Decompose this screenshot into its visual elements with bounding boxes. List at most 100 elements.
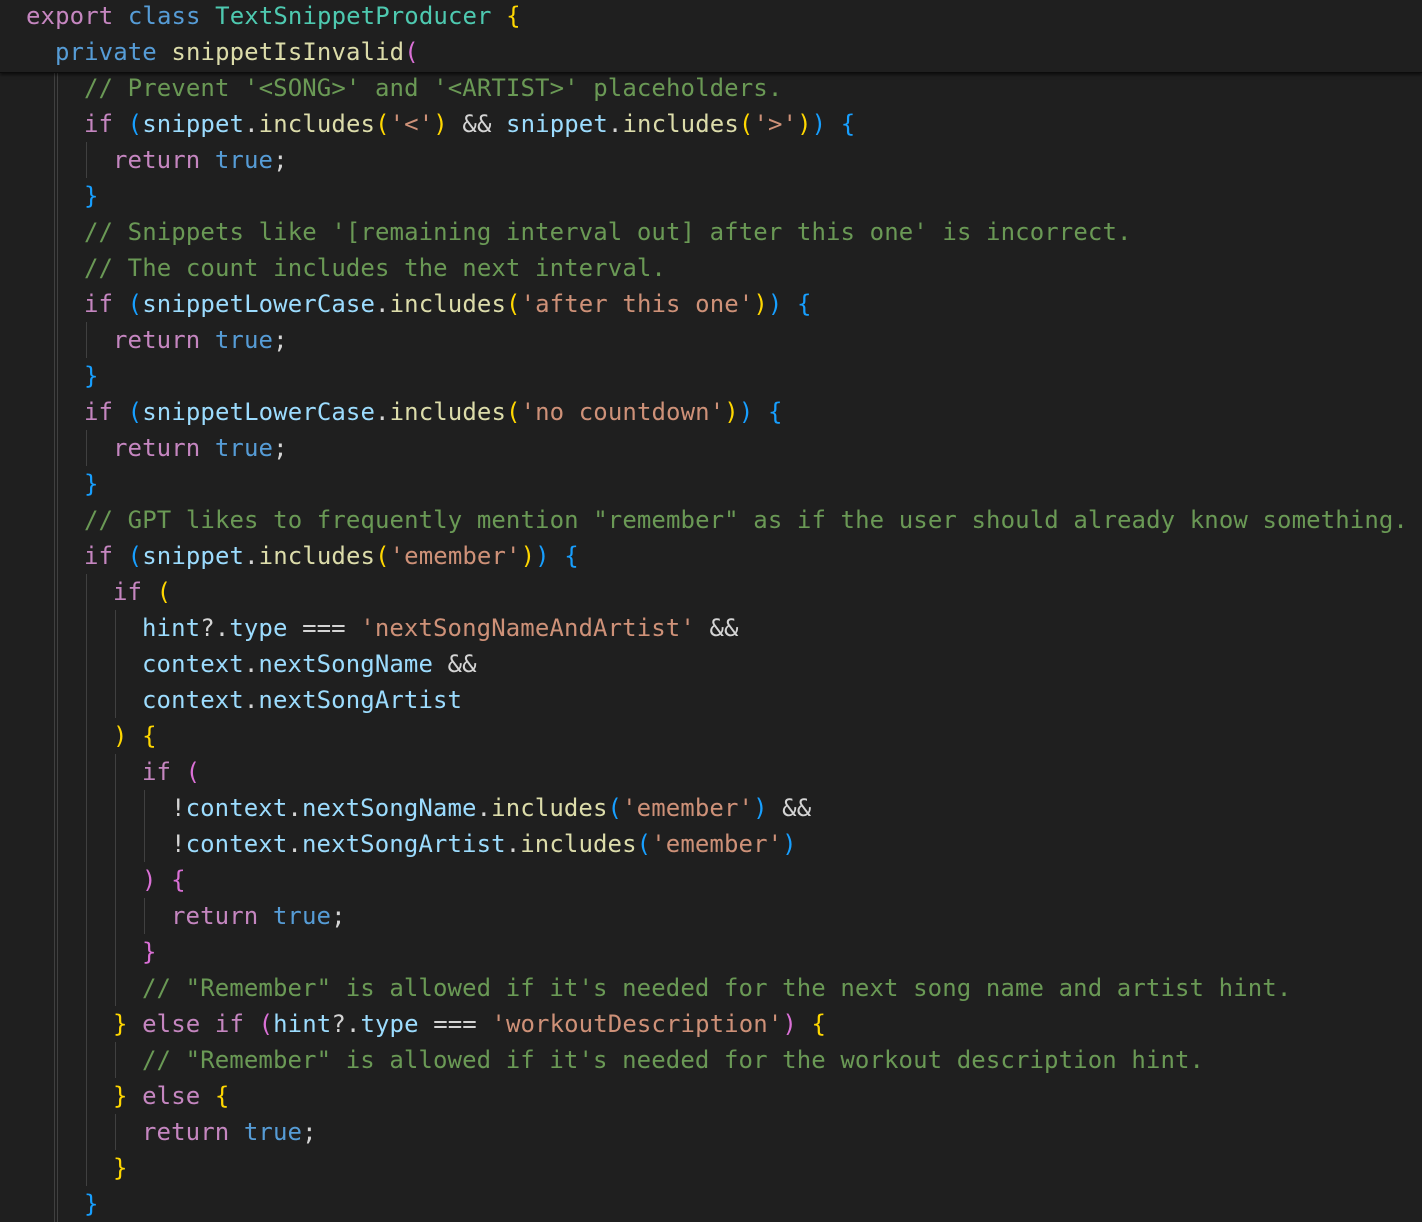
code-line[interactable]: !context.nextSongArtist.includes('emembe…: [171, 826, 797, 862]
code-line[interactable]: // GPT likes to frequently mention "reme…: [84, 502, 1408, 538]
code-token: if: [113, 578, 143, 606]
code-token: TextSnippetProducer: [215, 2, 492, 30]
code-token: ===: [418, 1010, 492, 1038]
code-token: .: [287, 794, 302, 822]
code-line[interactable]: return true;: [171, 898, 346, 934]
code-line[interactable]: }: [84, 178, 99, 214]
code-token: nextSongName: [301, 794, 477, 822]
code-token: '<': [389, 110, 434, 138]
code-token: (: [404, 38, 419, 66]
code-token: ): [738, 398, 754, 426]
sticky-line[interactable]: private snippetIsInvalid(: [55, 34, 419, 70]
code-line[interactable]: hint?.type === 'nextSongNameAndArtist' &…: [142, 610, 739, 646]
code-line[interactable]: }: [84, 466, 99, 502]
sticky-scroll-header[interactable]: export class TextSnippetProducer {privat…: [0, 0, 1422, 73]
code-token: }: [84, 182, 99, 210]
code-token: ): [782, 830, 797, 858]
code-line[interactable]: }: [142, 934, 157, 970]
code-token: ;: [273, 434, 288, 462]
code-token: ): [535, 542, 550, 570]
code-line[interactable]: }: [84, 358, 99, 394]
code-line[interactable]: if (snippetLowerCase.includes('no countd…: [84, 394, 783, 430]
code-token: if: [84, 110, 114, 138]
code-token: }: [113, 1154, 128, 1182]
code-editor[interactable]: export class TextSnippetProducer {privat…: [0, 0, 1422, 1222]
code-token: return: [113, 326, 201, 354]
code-line[interactable]: // Snippets like '[remaining interval ou…: [84, 214, 1132, 250]
sticky-line[interactable]: export class TextSnippetProducer {: [26, 0, 521, 34]
code-token: true: [214, 146, 274, 174]
code-token: (: [636, 830, 652, 858]
code-token: (: [127, 398, 143, 426]
code-token: {: [214, 1082, 230, 1110]
code-line[interactable]: return true;: [113, 430, 288, 466]
code-token: }: [113, 1010, 128, 1038]
code-line[interactable]: return true;: [113, 322, 288, 358]
code-token: &&: [694, 614, 739, 642]
code-token: context: [185, 830, 288, 858]
code-token: if: [142, 758, 172, 786]
code-token: {: [767, 398, 783, 426]
code-line[interactable]: } else if (hint?.type === 'workoutDescri…: [113, 1006, 826, 1042]
code-token: ): [753, 290, 768, 318]
code-token: .: [243, 686, 259, 714]
code-token: snippetIsInvalid: [171, 38, 405, 66]
code-token: (: [185, 758, 201, 786]
code-line[interactable]: } else {: [113, 1078, 229, 1114]
code-line[interactable]: // "Remember" is allowed if it's needed …: [142, 970, 1291, 1006]
code-line[interactable]: return true;: [142, 1114, 317, 1150]
code-token: includes: [258, 542, 376, 570]
code-comment: // The count includes the next interval.: [84, 254, 666, 282]
code-token: ;: [302, 1118, 317, 1146]
code-token: snippetLowerCase: [142, 398, 376, 426]
code-token: ): [724, 398, 739, 426]
code-line[interactable]: if (: [142, 754, 200, 790]
indent-guide: [144, 790, 145, 862]
indent-guide: [86, 322, 87, 358]
code-line[interactable]: context.nextSongArtist: [142, 682, 462, 718]
code-line[interactable]: if (snippet.includes('emember')) {: [84, 538, 579, 574]
code-token: (: [127, 290, 143, 318]
code-token: (: [506, 290, 521, 318]
code-token: ): [520, 542, 536, 570]
code-line[interactable]: context.nextSongName &&: [142, 646, 477, 682]
code-line[interactable]: // The count includes the next interval.: [84, 250, 666, 286]
code-token: return: [113, 146, 201, 174]
code-line[interactable]: // "Remember" is allowed if it's needed …: [142, 1042, 1204, 1078]
code-token: type: [360, 1010, 419, 1038]
code-token: &&: [433, 650, 477, 678]
code-token: class: [127, 2, 201, 30]
code-line[interactable]: }: [84, 1186, 99, 1222]
code-line[interactable]: ) {: [142, 862, 186, 898]
code-token: nextSongName: [258, 650, 434, 678]
code-token: (: [156, 578, 172, 606]
indent-guide: [86, 430, 87, 466]
code-token: {: [506, 2, 521, 30]
code-line[interactable]: // Prevent '<SONG>' and '<ARTIST>' place…: [84, 70, 782, 106]
code-token: private: [55, 38, 157, 66]
code-line[interactable]: }: [113, 1150, 128, 1186]
code-token: includes: [389, 290, 506, 318]
code-token: true: [214, 434, 274, 462]
code-token: {: [797, 290, 812, 318]
code-line[interactable]: ) {: [113, 718, 157, 754]
code-token: ): [811, 110, 827, 138]
code-line[interactable]: !context.nextSongName.includes('emember'…: [171, 790, 811, 826]
code-token: if: [84, 398, 114, 426]
code-token: type: [229, 614, 288, 642]
code-token: nextSongArtist: [301, 830, 506, 858]
code-line[interactable]: if (snippetLowerCase.includes('after thi…: [84, 286, 812, 322]
code-line[interactable]: if (: [113, 574, 171, 610]
code-line[interactable]: if (snippet.includes('<') && snippet.inc…: [84, 106, 855, 142]
code-line[interactable]: return true;: [113, 142, 288, 178]
code-token: {: [811, 1010, 827, 1038]
